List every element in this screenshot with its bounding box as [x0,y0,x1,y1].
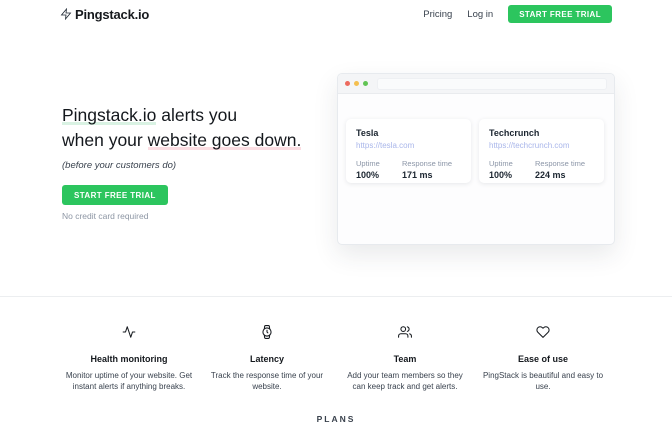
card-url: https://tesla.com [356,141,461,150]
response-value: 224 ms [535,170,585,180]
feature-title: Health monitoring [64,354,194,364]
header: Pingstack.io Pricing Log in START FREE T… [0,0,672,28]
nav-link-login[interactable]: Log in [467,9,493,20]
feature-description: PingStack is beautiful and easy to use. [478,370,608,392]
uptime-stat: Uptime 100% [356,159,402,180]
feature-title: Latency [202,354,332,364]
feature-title: Ease of use [478,354,608,364]
feature-title: Team [340,354,470,364]
browser-chrome [338,74,614,94]
card-title: Techcrunch [489,128,594,138]
response-value: 171 ms [402,170,452,180]
monitor-cards: Tesla https://tesla.com Uptime 100% Resp… [346,119,604,183]
feature-latency: Latency Track the response time of your … [198,325,336,392]
feature-health-monitoring: Health monitoring Monitor uptime of your… [60,325,198,392]
uptime-value: 100% [489,170,535,180]
response-label: Response time [402,159,452,168]
traffic-light-green-icon [363,81,368,86]
hero-cta-note: No credit card required [62,211,347,221]
brand-name: Pingstack.io [75,7,149,22]
response-stat: Response time 224 ms [535,159,585,180]
header-cta-button[interactable]: START FREE TRIAL [508,5,612,23]
feature-description: Track the response time of your website. [202,370,332,392]
card-url: https://techcrunch.com [489,141,594,150]
card-stats: Uptime 100% Response time 171 ms [356,159,461,180]
features-row: Health monitoring Monitor uptime of your… [60,325,612,392]
users-icon [398,325,412,339]
browser-mockup: Tesla https://tesla.com Uptime 100% Resp… [337,73,615,245]
header-nav: Pricing Log in START FREE TRIAL [423,5,612,23]
section-divider [0,296,672,297]
response-label: Response time [535,159,585,168]
headline-highlight-brand: Pingstack.io [62,105,156,125]
monitor-card-tesla: Tesla https://tesla.com Uptime 100% Resp… [346,119,471,183]
traffic-light-red-icon [345,81,350,86]
zap-icon [60,8,72,20]
watch-icon [260,325,274,339]
nav-link-pricing[interactable]: Pricing [423,9,452,20]
browser-url-bar [377,78,607,90]
feature-team: Team Add your team members so they can k… [336,325,474,392]
hero-subtext: (before your customers do) [62,160,347,171]
card-stats: Uptime 100% Response time 224 ms [489,159,594,180]
heart-icon [536,325,550,339]
feature-description: Monitor uptime of your website. Get inst… [64,370,194,392]
hero-cta-button[interactable]: START FREE TRIAL [62,185,168,205]
plans-section-label: PLANS [0,414,672,424]
card-title: Tesla [356,128,461,138]
activity-icon [122,325,136,339]
landing-page: { "header": { "brand": "Pingstack.io", "… [0,0,672,420]
headline-highlight-down: website goes down. [148,130,302,150]
feature-ease-of-use: Ease of use PingStack is beautiful and e… [474,325,612,392]
headline-line2-prefix: when your [62,130,148,150]
hero-section: Pingstack.io alerts you when your website… [62,103,347,221]
brand-logo[interactable]: Pingstack.io [60,7,149,22]
uptime-value: 100% [356,170,402,180]
uptime-label: Uptime [356,159,402,168]
feature-description: Add your team members so they can keep t… [340,370,470,392]
traffic-light-yellow-icon [354,81,359,86]
uptime-label: Uptime [489,159,535,168]
response-stat: Response time 171 ms [402,159,452,180]
headline-line1-rest: alerts you [156,105,237,125]
hero-headline: Pingstack.io alerts you when your website… [62,103,347,153]
uptime-stat: Uptime 100% [489,159,535,180]
monitor-card-techcrunch: Techcrunch https://techcrunch.com Uptime… [479,119,604,183]
